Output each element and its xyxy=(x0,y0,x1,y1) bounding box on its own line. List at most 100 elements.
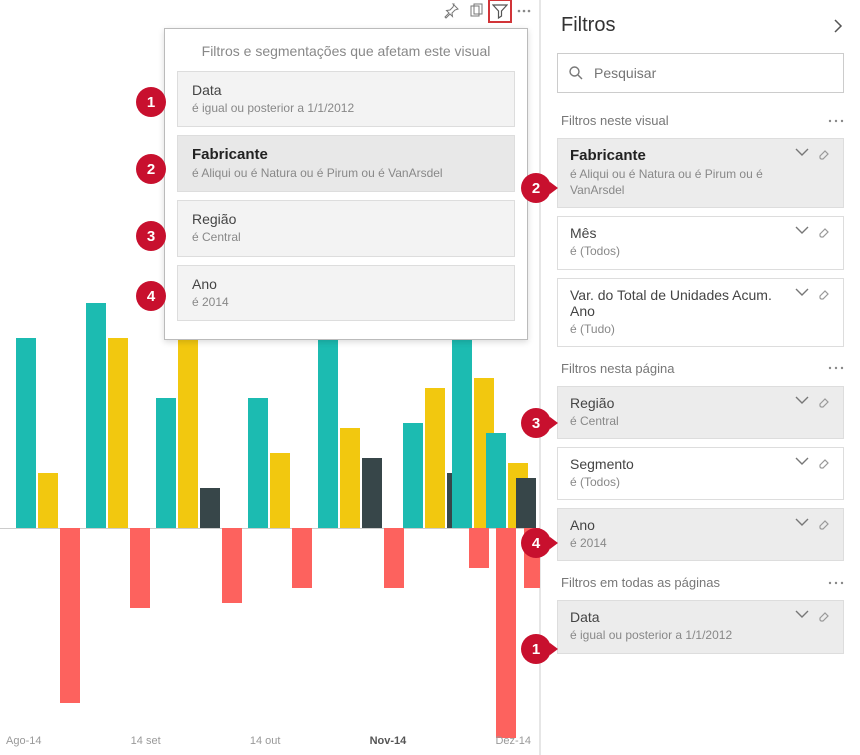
collapse-pane-icon[interactable] xyxy=(832,18,844,34)
visual-toolbar xyxy=(443,2,533,20)
filter-card[interactable]: Data é igual ou posterior a 1/1/2012 xyxy=(557,600,844,653)
callout-badge: 3 xyxy=(521,408,551,438)
clear-filter-icon[interactable] xyxy=(817,456,831,470)
filter-card-desc: é (Tudo) xyxy=(570,321,795,337)
filter-card[interactable]: Mêsé (Todos) xyxy=(557,216,844,269)
search-input[interactable] xyxy=(594,65,833,81)
filters-header: Filtros xyxy=(541,0,860,43)
chart-bar xyxy=(516,478,536,528)
filter-card-desc: é igual ou posterior a 1/1/2012 xyxy=(570,627,732,643)
filter-card-name: Fabricante xyxy=(570,147,795,164)
expand-filter-icon[interactable] xyxy=(795,147,809,161)
tooltip-filter-desc: é 2014 xyxy=(192,294,500,310)
tooltip-filter-item: Data é igual ou posterior a 1/1/2012 xyxy=(177,71,515,127)
chart-bar xyxy=(496,528,516,738)
chart-bar xyxy=(469,528,489,568)
tooltip-title: Filtros e segmentações que afetam este v… xyxy=(165,29,527,71)
tooltip-filter-name: Data xyxy=(192,82,500,98)
section-heading-text: Filtros neste visual xyxy=(561,113,669,128)
callout-badge: 3 xyxy=(136,221,166,251)
tooltip-filter-desc: é igual ou posterior a 1/1/2012 xyxy=(192,100,500,116)
filter-card-name: Mês xyxy=(570,225,620,241)
chart-bar xyxy=(108,338,128,528)
copy-icon[interactable] xyxy=(467,2,485,20)
chart-bar xyxy=(222,528,242,603)
pin-icon[interactable] xyxy=(443,2,461,20)
chart-bar xyxy=(16,338,36,528)
section-more-icon[interactable] xyxy=(828,580,844,586)
tooltip-filter-name: Região xyxy=(192,211,500,227)
filter-section-heading: Filtros em todas as páginas xyxy=(541,569,860,596)
x-axis-label: 14 set xyxy=(131,735,161,747)
filters-search[interactable] xyxy=(557,53,844,93)
chart-bar xyxy=(156,398,176,528)
filters-title: Filtros xyxy=(561,14,615,37)
filter-section-heading: Filtros neste visual xyxy=(541,107,860,134)
expand-filter-icon[interactable] xyxy=(795,609,809,623)
filter-card[interactable]: Ano é 2014 xyxy=(557,508,844,561)
tooltip-filter-desc: é Aliqui ou é Natura ou é Pirum ou é Van… xyxy=(192,165,500,181)
filter-card-name: Var. do Total de Unidades Acum. Ano xyxy=(570,287,795,319)
more-options-icon[interactable] xyxy=(515,2,533,20)
x-axis-label: 14 out xyxy=(250,735,281,747)
chart-bar xyxy=(248,398,268,528)
filter-section-heading: Filtros nesta página xyxy=(541,355,860,382)
chart-bar xyxy=(425,388,445,528)
tooltip-filter-name: Ano xyxy=(192,276,500,292)
filter-card[interactable]: Segmento é (Todos) xyxy=(557,447,844,500)
clear-filter-icon[interactable] xyxy=(817,147,831,161)
filter-card-desc: é Aliqui ou é Natura ou é Pirum ou é Van… xyxy=(570,166,795,198)
tooltip-filter-item: Ano é 2014 xyxy=(177,265,515,321)
expand-filter-icon[interactable] xyxy=(795,395,809,409)
x-axis-label: Nov-14 xyxy=(370,735,407,747)
callout-badge: 1 xyxy=(136,87,166,117)
clear-filter-icon[interactable] xyxy=(817,517,831,531)
section-more-icon[interactable] xyxy=(828,118,844,124)
filter-card-desc: é 2014 xyxy=(570,535,607,551)
expand-filter-icon[interactable] xyxy=(795,517,809,531)
callout-badge: 4 xyxy=(521,528,551,558)
chart-bar xyxy=(86,303,106,528)
expand-filter-icon[interactable] xyxy=(795,287,809,301)
filter-card-name: Data xyxy=(570,609,732,625)
clear-filter-icon[interactable] xyxy=(817,287,831,301)
expand-filter-icon[interactable] xyxy=(795,456,809,470)
tooltip-filter-name: Fabricante xyxy=(192,146,500,163)
callout-badge: 2 xyxy=(521,173,551,203)
chart-bar xyxy=(452,333,472,528)
filter-card[interactable]: Região é Central xyxy=(557,386,844,439)
chart-bar xyxy=(486,433,506,528)
clear-filter-icon[interactable] xyxy=(817,395,831,409)
section-more-icon[interactable] xyxy=(828,365,844,371)
callout-badge: 4 xyxy=(136,281,166,311)
clear-filter-icon[interactable] xyxy=(817,225,831,239)
filter-card-desc: é Central xyxy=(570,413,619,429)
filter-card[interactable]: Fabricante é Aliqui ou é Natura ou é Piru… xyxy=(557,138,844,208)
filter-card-name: Ano xyxy=(570,517,607,533)
filter-card-desc: é (Todos) xyxy=(570,474,634,490)
clear-filter-icon[interactable] xyxy=(817,609,831,623)
chart-visual[interactable]: Ago-14 14 set 14 out Nov-14 Dez-14 Filtros e… xyxy=(0,0,540,755)
filter-icon[interactable] xyxy=(491,2,509,20)
section-heading-text: Filtros nesta página xyxy=(561,361,674,376)
filter-card-name: Segmento xyxy=(570,456,634,472)
x-axis-label: Dez-14 xyxy=(495,735,530,747)
callout-badge: 2 xyxy=(136,154,166,184)
filters-tooltip: Filtros e segmentações que afetam este v… xyxy=(164,28,528,340)
chart-bar xyxy=(60,528,80,703)
tooltip-filter-desc: é Central xyxy=(192,229,500,245)
chart-bar xyxy=(178,333,198,528)
chart-bar xyxy=(403,423,423,528)
filters-pane: Filtros Filtros neste visual Fabricante é … xyxy=(540,0,860,755)
chart-bar xyxy=(362,458,382,528)
filter-card[interactable]: Var. do Total de Unidades Acum. Ano é (Tu… xyxy=(557,278,844,347)
callout-badge: 1 xyxy=(521,634,551,664)
search-icon xyxy=(568,65,584,81)
chart-bar xyxy=(200,488,220,528)
chart-bar xyxy=(340,428,360,528)
section-heading-text: Filtros em todas as páginas xyxy=(561,575,720,590)
expand-filter-icon[interactable] xyxy=(795,225,809,239)
filter-card-name: Região xyxy=(570,395,619,411)
chart-bar xyxy=(38,473,58,528)
x-axis-label: Ago-14 xyxy=(6,735,41,747)
